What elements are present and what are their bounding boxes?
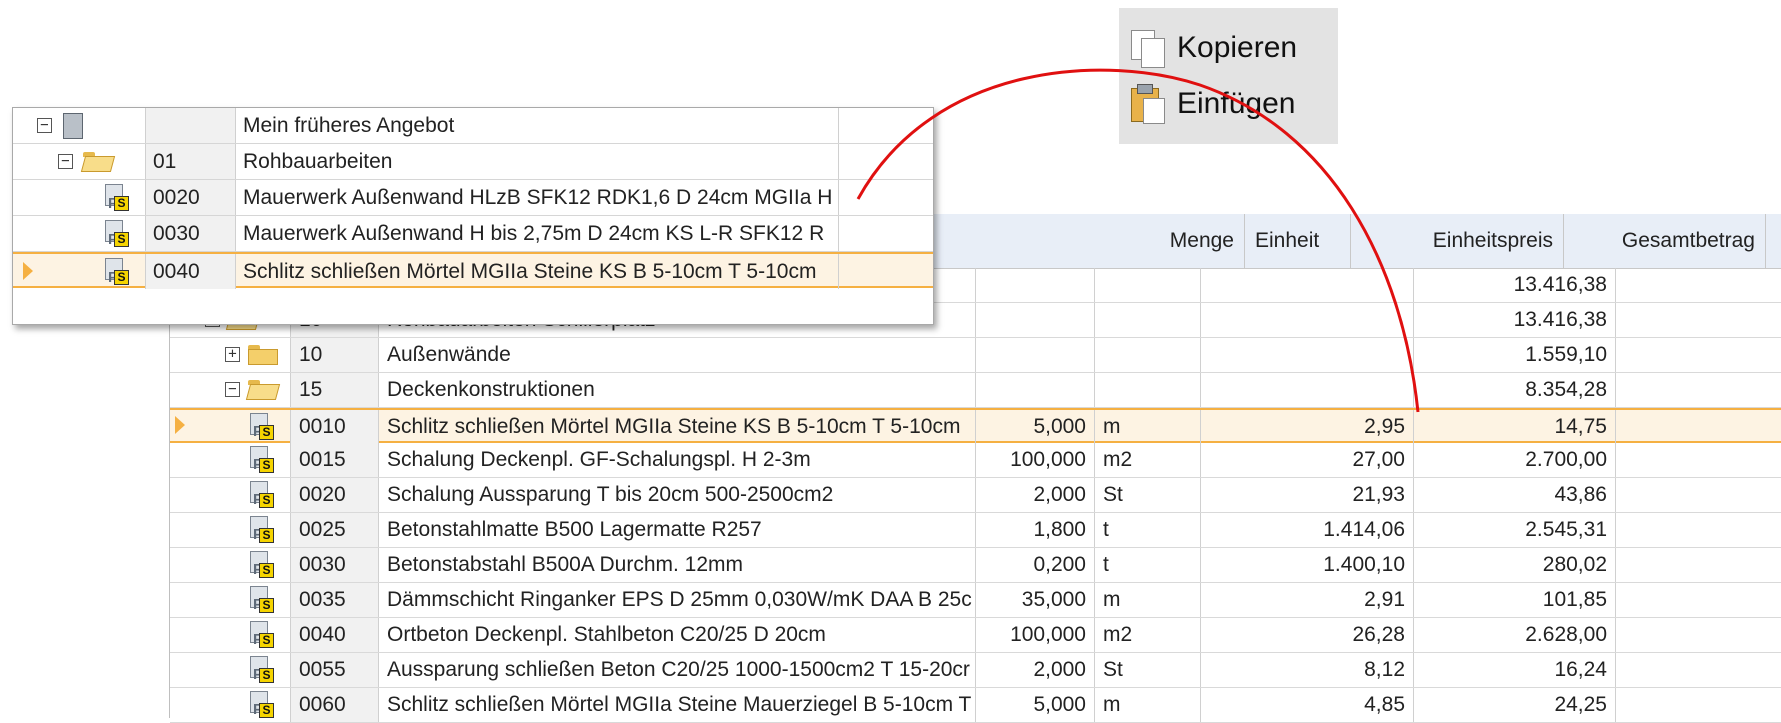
drag-arrow-annotation: [856, 68, 1420, 413]
drag-arrow-path: [856, 68, 1420, 413]
